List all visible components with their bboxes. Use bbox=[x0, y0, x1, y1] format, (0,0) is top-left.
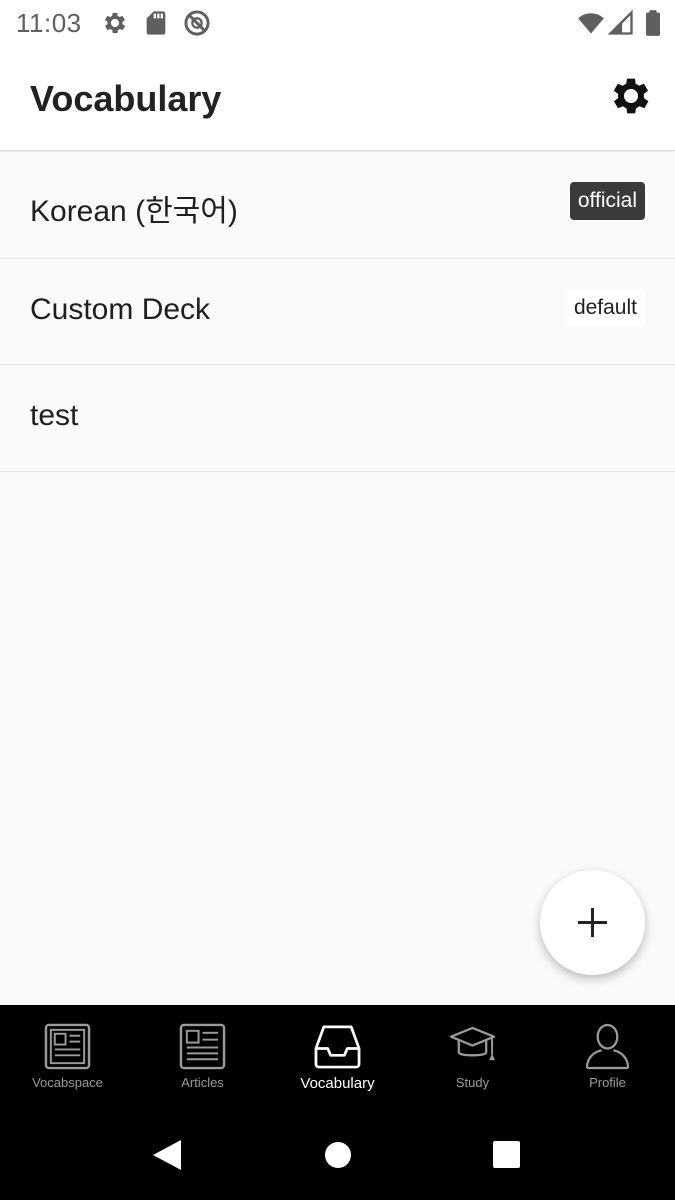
deck-item-custom-deck[interactable]: Custom Deck default bbox=[0, 258, 675, 365]
home-icon[interactable] bbox=[323, 1138, 353, 1172]
nav-label: Vocabspace bbox=[32, 1075, 103, 1090]
settings-button[interactable] bbox=[607, 72, 655, 120]
add-deck-button[interactable] bbox=[540, 870, 645, 975]
person-icon bbox=[585, 1023, 630, 1070]
nav-item-study[interactable]: Study bbox=[405, 1005, 540, 1110]
system-nav-bar bbox=[0, 1110, 675, 1200]
official-badge: official bbox=[569, 182, 645, 220]
deck-item-korean[interactable]: Korean (한국어) official bbox=[0, 152, 675, 259]
sd-card-icon bbox=[146, 11, 166, 35]
wifi-icon bbox=[578, 13, 604, 34]
plus-icon bbox=[578, 908, 607, 937]
deck-item-test[interactable]: test bbox=[0, 365, 675, 472]
nav-label: Profile bbox=[589, 1075, 626, 1090]
recents-icon[interactable] bbox=[491, 1138, 522, 1172]
nav-label: Articles bbox=[181, 1075, 224, 1090]
graduation-cap-icon bbox=[449, 1026, 496, 1061]
nav-item-articles[interactable]: Articles bbox=[135, 1005, 270, 1110]
page-title: Vocabulary bbox=[30, 78, 222, 119]
bottom-nav: Vocabspace Articles Vocabulary Study Pro… bbox=[0, 1005, 675, 1110]
newspaper-icon bbox=[44, 1023, 91, 1070]
deck-name: test bbox=[30, 399, 79, 432]
back-icon[interactable] bbox=[151, 1138, 183, 1172]
article-icon bbox=[179, 1023, 226, 1070]
cell-signal-icon bbox=[607, 9, 633, 35]
deck-name: Custom Deck bbox=[30, 292, 211, 326]
deck-list: Korean (한국어) official Custom Deck defaul… bbox=[0, 152, 675, 472]
deck-name: Korean (한국어) bbox=[30, 195, 238, 228]
app-bar: Vocabulary bbox=[0, 46, 675, 151]
battery-icon bbox=[646, 10, 660, 36]
status-bar: 11:03 bbox=[0, 0, 675, 46]
gear-icon bbox=[613, 78, 649, 114]
nav-label: Study bbox=[455, 1075, 490, 1090]
nav-item-profile[interactable]: Profile bbox=[540, 1005, 675, 1110]
nav-item-vocabulary[interactable]: Vocabulary bbox=[270, 1005, 405, 1110]
nav-label: Vocabulary bbox=[300, 1075, 375, 1092]
gear-icon bbox=[104, 12, 126, 34]
default-badge: default bbox=[565, 288, 645, 327]
do-not-disturb-icon bbox=[184, 10, 210, 36]
nav-item-vocabspace[interactable]: Vocabspace bbox=[0, 1005, 135, 1110]
inbox-icon bbox=[314, 1025, 361, 1069]
status-time: 11:03 bbox=[16, 8, 82, 38]
